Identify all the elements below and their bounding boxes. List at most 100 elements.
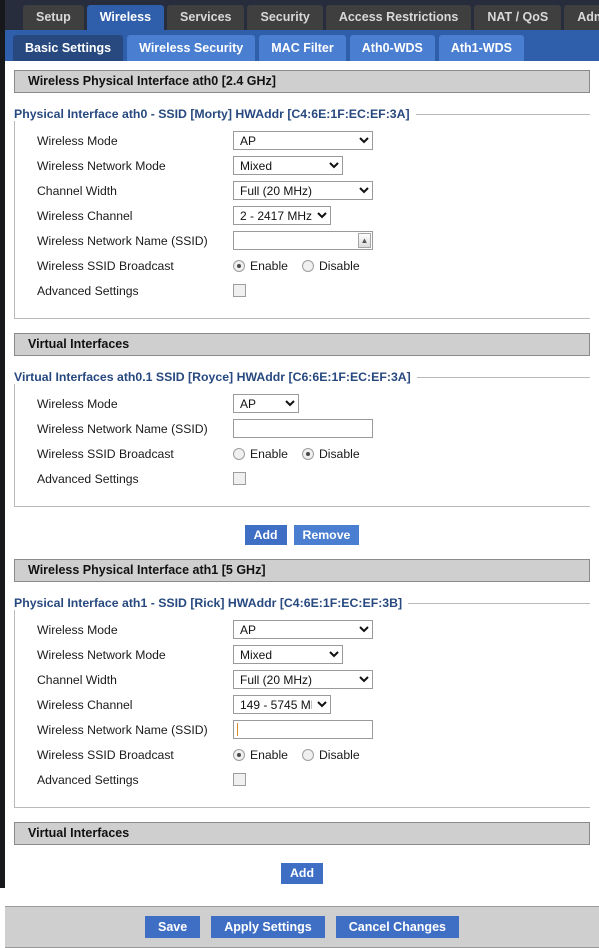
tab-administration[interactable]: Administration: [564, 5, 599, 30]
subtab-ath0-wds[interactable]: Ath0-WDS: [350, 35, 435, 61]
row-ath0v-broadcast: Wireless SSID Broadcast Enable Disable: [15, 441, 590, 466]
radio-label-disable: Disable: [319, 259, 360, 273]
radio-label-disable: Disable: [319, 748, 360, 762]
row-ath1-advanced: Advanced Settings: [15, 767, 590, 792]
label-network-mode: Wireless Network Mode: [37, 648, 233, 662]
add-virtual-interface-ath1-button[interactable]: Add: [281, 863, 323, 883]
legend-ath0: Physical Interface ath0 - SSID [Morty] H…: [14, 107, 416, 121]
ath0-broadcast-disable[interactable]: Disable: [302, 259, 360, 273]
subtab-ath1-wds[interactable]: Ath1-WDS: [439, 35, 524, 61]
row-ath1-ssid: Wireless Network Name (SSID): [15, 717, 590, 742]
ath1-network-mode-select[interactable]: Mixed: [233, 645, 343, 664]
row-ath0-network-mode: Wireless Network Mode Mixed: [15, 153, 590, 178]
label-advanced: Advanced Settings: [37, 284, 233, 298]
radio-on-icon: [302, 448, 314, 460]
ath1-channel-select[interactable]: 149 - 5745 MHz: [233, 695, 331, 714]
radio-off-icon: [233, 448, 245, 460]
ath1-ssid-input[interactable]: [233, 720, 373, 739]
main-tab-bar: Setup Wireless Services Security Access …: [5, 0, 599, 30]
label-ssid: Wireless Network Name (SSID): [37, 422, 233, 436]
label-wireless-mode: Wireless Mode: [37, 134, 233, 148]
row-ath1-wireless-mode: Wireless Mode AP: [15, 617, 590, 642]
label-ssid: Wireless Network Name (SSID): [37, 723, 233, 737]
ath1-broadcast-enable[interactable]: Enable: [233, 748, 288, 762]
ath0-channel-select[interactable]: 2 - 2417 MHz: [233, 206, 331, 225]
tab-setup[interactable]: Setup: [23, 5, 84, 30]
radio-label-enable: Enable: [250, 447, 288, 461]
subtab-mac-filter[interactable]: MAC Filter: [259, 35, 346, 61]
tab-wireless[interactable]: Wireless: [87, 5, 164, 30]
tab-access-restrictions[interactable]: Access Restrictions: [326, 5, 472, 30]
subtab-wireless-security[interactable]: Wireless Security: [127, 35, 255, 61]
section-header-ath0: Wireless Physical Interface ath0 [2.4 GH…: [14, 70, 590, 93]
row-ath0v-advanced: Advanced Settings: [15, 466, 590, 491]
radio-off-icon: [302, 749, 314, 761]
label-broadcast: Wireless SSID Broadcast: [37, 748, 233, 762]
ath0-network-mode-select[interactable]: Mixed: [233, 156, 343, 175]
apply-settings-button[interactable]: Apply Settings: [211, 916, 325, 939]
tab-services[interactable]: Services: [167, 5, 244, 30]
ath0-wireless-mode-select[interactable]: AP: [233, 131, 373, 150]
tab-nat-qos[interactable]: NAT / QoS: [474, 5, 561, 30]
ath1-advanced-checkbox[interactable]: [233, 773, 246, 786]
row-ath1-broadcast: Wireless SSID Broadcast Enable Disable: [15, 742, 590, 767]
fieldset-ath0-virtual: Virtual Interfaces ath0.1 SSID [Royce] H…: [14, 370, 590, 507]
form-action-bar: Save Apply Settings Cancel Changes: [5, 906, 599, 948]
row-ath1-channel: Wireless Channel 149 - 5745 MHz: [15, 692, 590, 717]
label-channel-width: Channel Width: [37, 184, 233, 198]
radio-off-icon: [302, 260, 314, 272]
legend-ath0-virtual: Virtual Interfaces ath0.1 SSID [Royce] H…: [14, 370, 417, 384]
save-button[interactable]: Save: [145, 916, 200, 939]
settings-content: Wireless Physical Interface ath0 [2.4 GH…: [5, 61, 599, 948]
ath0v-ssid-input[interactable]: [233, 419, 373, 438]
radio-label-disable: Disable: [319, 447, 360, 461]
ath0-virtual-actions: Add Remove: [14, 521, 590, 559]
ath0-advanced-checkbox[interactable]: [233, 284, 246, 297]
label-wireless-mode: Wireless Mode: [37, 397, 233, 411]
radio-on-icon: [233, 260, 245, 272]
radio-label-enable: Enable: [250, 748, 288, 762]
ath1-broadcast-disable[interactable]: Disable: [302, 748, 360, 762]
label-advanced: Advanced Settings: [37, 773, 233, 787]
label-broadcast: Wireless SSID Broadcast: [37, 447, 233, 461]
fieldset-ath1-physical: Physical Interface ath1 - SSID [Rick] HW…: [14, 596, 590, 808]
row-ath0-channel-width: Channel Width Full (20 MHz): [15, 178, 590, 203]
cancel-changes-button[interactable]: Cancel Changes: [336, 916, 459, 939]
add-virtual-interface-ath0-button[interactable]: Add: [245, 525, 287, 545]
subtab-basic-settings[interactable]: Basic Settings: [13, 35, 123, 61]
ath0-broadcast-enable[interactable]: Enable: [233, 259, 288, 273]
label-channel: Wireless Channel: [37, 698, 233, 712]
ath1-wireless-mode-select[interactable]: AP: [233, 620, 373, 639]
section-header-ath1: Wireless Physical Interface ath1 [5 GHz]: [14, 559, 590, 582]
ath0v-broadcast-enable[interactable]: Enable: [233, 447, 288, 461]
ath0-channel-width-select[interactable]: Full (20 MHz): [233, 181, 373, 200]
row-ath1-channel-width: Channel Width Full (20 MHz): [15, 667, 590, 692]
ath0-ssid-input[interactable]: [233, 231, 373, 250]
ath0v-broadcast-disable[interactable]: Disable: [302, 447, 360, 461]
row-ath1-network-mode: Wireless Network Mode Mixed: [15, 642, 590, 667]
fieldset-ath0-physical: Physical Interface ath0 - SSID [Morty] H…: [14, 107, 590, 319]
ath1-ssid-wrap: [233, 720, 373, 739]
remove-virtual-interface-ath0-button[interactable]: Remove: [294, 525, 360, 545]
row-ath0-ssid: Wireless Network Name (SSID) ▲: [15, 228, 590, 253]
label-channel: Wireless Channel: [37, 209, 233, 223]
section-header-ath0-virtual: Virtual Interfaces: [14, 333, 590, 356]
row-ath0-broadcast: Wireless SSID Broadcast Enable Disable: [15, 253, 590, 278]
label-advanced: Advanced Settings: [37, 472, 233, 486]
label-channel-width: Channel Width: [37, 673, 233, 687]
radio-on-icon: [233, 749, 245, 761]
ath0v-wireless-mode-select[interactable]: AP: [233, 394, 299, 413]
row-ath0-channel: Wireless Channel 2 - 2417 MHz: [15, 203, 590, 228]
tab-security[interactable]: Security: [247, 5, 322, 30]
row-ath0v-ssid: Wireless Network Name (SSID): [15, 416, 590, 441]
row-ath0v-wireless-mode: Wireless Mode AP: [15, 391, 590, 416]
sub-tab-bar: Basic Settings Wireless Security MAC Fil…: [5, 30, 599, 61]
radio-label-enable: Enable: [250, 259, 288, 273]
ath0v-advanced-checkbox[interactable]: [233, 472, 246, 485]
row-ath0-advanced: Advanced Settings: [15, 278, 590, 303]
text-caret-icon: [237, 723, 238, 736]
ath0-ssid-wrap: ▲: [233, 231, 373, 250]
legend-ath1: Physical Interface ath1 - SSID [Rick] HW…: [14, 596, 408, 610]
ath1-channel-width-select[interactable]: Full (20 MHz): [233, 670, 373, 689]
ath1-virtual-actions: Add: [14, 859, 590, 897]
